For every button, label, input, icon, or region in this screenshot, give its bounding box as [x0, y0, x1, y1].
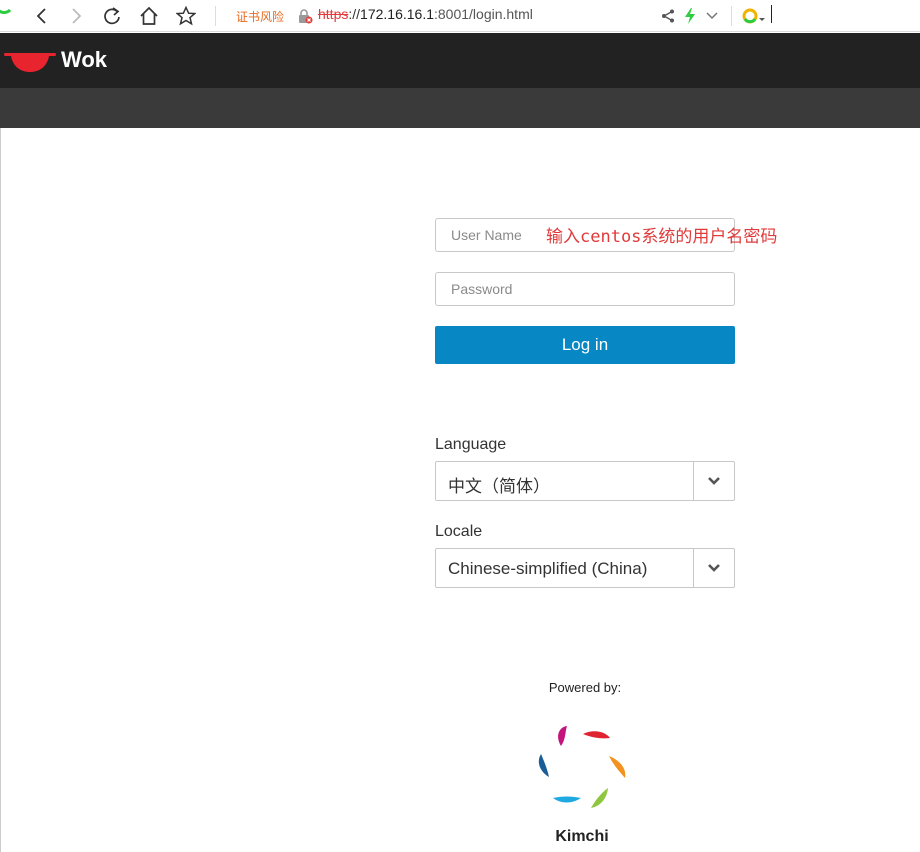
language-select[interactable]: 中文（简体）	[435, 461, 735, 501]
annotation-note: 输入centos系统的用户名密码	[546, 227, 778, 247]
reload-icon[interactable]	[100, 4, 124, 28]
address-bar[interactable]: https://172.16.16.1:8001/login.html	[318, 6, 533, 22]
sub-header-bar	[0, 88, 920, 128]
url-path: :8001/login.html	[434, 6, 533, 22]
locale-selected-value: Chinese-simplified (China)	[448, 559, 648, 578]
language-dropdown-toggle[interactable]	[693, 462, 734, 500]
back-icon[interactable]	[30, 4, 54, 28]
share-icon[interactable]	[658, 4, 678, 28]
language-selected-value: 中文（简体）	[448, 477, 550, 496]
url-separator: ://	[348, 6, 361, 22]
page-edge	[0, 128, 1, 852]
kimchi-logo-icon	[538, 726, 626, 808]
locale-dropdown-toggle[interactable]	[693, 549, 734, 587]
kimchi-product-name: Kimchi	[555, 828, 609, 845]
brand-name[interactable]: Wok	[61, 47, 107, 73]
cert-warning-label[interactable]: 证书风险	[236, 8, 284, 25]
toolbar-divider	[731, 6, 732, 26]
chevron-down-icon	[708, 564, 720, 572]
forward-icon[interactable]	[64, 4, 88, 28]
lightning-icon[interactable]	[682, 4, 698, 28]
url-host: 172.16.16.1	[360, 6, 434, 22]
powered-by-label: Powered by:	[548, 680, 622, 695]
locale-label: Locale	[435, 523, 483, 540]
star-icon[interactable]	[174, 4, 198, 28]
app-header: Wok	[0, 33, 920, 88]
language-label: Language	[435, 436, 507, 453]
home-icon[interactable]	[137, 4, 161, 28]
locale-select[interactable]: Chinese-simplified (China)	[435, 548, 735, 588]
login-button[interactable]: Log in	[435, 326, 735, 364]
chevron-down-icon	[708, 477, 720, 485]
search-engine-icon[interactable]	[740, 4, 768, 28]
url-scheme: https	[318, 6, 349, 22]
browser-logo-arc	[0, 0, 14, 14]
browser-toolbar: 证书风险 https://172.16.16.1:8001/login.html	[0, 0, 920, 32]
wok-logo-icon	[4, 53, 56, 72]
password-input[interactable]	[435, 272, 735, 306]
toolbar-divider	[215, 6, 216, 26]
search-input-caret[interactable]	[771, 5, 772, 23]
lock-warning-icon[interactable]	[297, 8, 313, 24]
chevron-down-icon[interactable]	[702, 4, 722, 28]
